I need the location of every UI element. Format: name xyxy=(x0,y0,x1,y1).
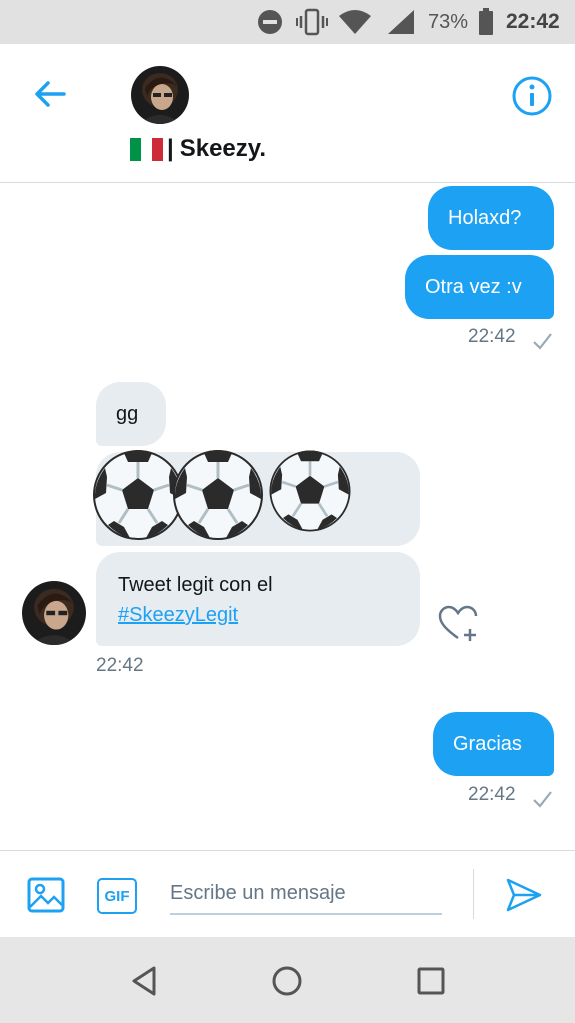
status-bar: 73% 22:42 xyxy=(0,0,575,44)
soccer-ball-icon xyxy=(172,448,264,541)
contact-name-text: Skeezy. xyxy=(179,135,267,162)
recents-square-icon[interactable] xyxy=(414,964,448,998)
info-icon[interactable] xyxy=(510,74,554,118)
message-composer: GIF xyxy=(0,850,575,937)
like-add-icon[interactable] xyxy=(438,605,480,643)
message-text: Otra vez :v xyxy=(425,276,522,298)
signal-icon xyxy=(388,10,414,34)
sent-check-icon xyxy=(533,333,552,350)
vibrate-icon xyxy=(296,8,328,36)
sender-avatar[interactable] xyxy=(22,581,86,645)
back-triangle-icon[interactable] xyxy=(128,964,162,998)
back-arrow-icon[interactable] xyxy=(30,74,70,114)
name-separator: | xyxy=(167,135,174,162)
status-clock: 22:42 xyxy=(506,10,560,33)
composer-divider xyxy=(473,869,474,919)
wifi-icon xyxy=(339,10,371,34)
home-circle-icon[interactable] xyxy=(270,964,304,998)
soccer-ball-icon xyxy=(269,449,351,532)
message-timestamp: 22:42 xyxy=(468,784,516,805)
message-bubble-outgoing[interactable]: Gracias xyxy=(433,712,554,776)
soccer-ball-icon xyxy=(92,448,184,541)
message-bubble-outgoing[interactable]: Holaxd? xyxy=(428,186,554,250)
message-bubble-outgoing[interactable]: Otra vez :v xyxy=(405,255,554,319)
message-text-block: Tweet legit con el #SkeezyLegit xyxy=(96,552,273,630)
message-text: Tweet legit con el xyxy=(118,574,273,596)
message-bubble-incoming[interactable]: Tweet legit con el #SkeezyLegit xyxy=(96,552,420,646)
do-not-disturb-icon xyxy=(258,10,282,34)
battery-icon xyxy=(479,8,493,35)
message-timestamp: 22:42 xyxy=(96,655,144,676)
sent-check-icon xyxy=(533,791,552,808)
contact-name[interactable]: | Skeezy. xyxy=(130,135,266,163)
message-input[interactable] xyxy=(170,873,442,915)
send-icon[interactable] xyxy=(505,877,543,913)
soccer-ball-emoji-row xyxy=(92,448,351,541)
conversation-header: | Skeezy. xyxy=(0,44,575,183)
image-icon[interactable] xyxy=(27,877,65,913)
battery-percent: 73% xyxy=(428,11,469,33)
gif-label: GIF xyxy=(104,887,130,905)
message-text: Gracias xyxy=(453,733,522,755)
message-text: gg xyxy=(116,403,139,425)
hashtag-link[interactable]: #SkeezyLegit xyxy=(118,600,273,630)
message-bubble-incoming[interactable]: gg xyxy=(96,382,166,446)
message-timestamp: 22:42 xyxy=(468,326,516,347)
italy-flag-icon xyxy=(130,137,163,161)
system-nav-bar xyxy=(0,937,575,1023)
contact-avatar[interactable] xyxy=(131,66,189,124)
message-text: Holaxd? xyxy=(448,207,522,229)
gif-button[interactable]: GIF xyxy=(97,878,137,914)
